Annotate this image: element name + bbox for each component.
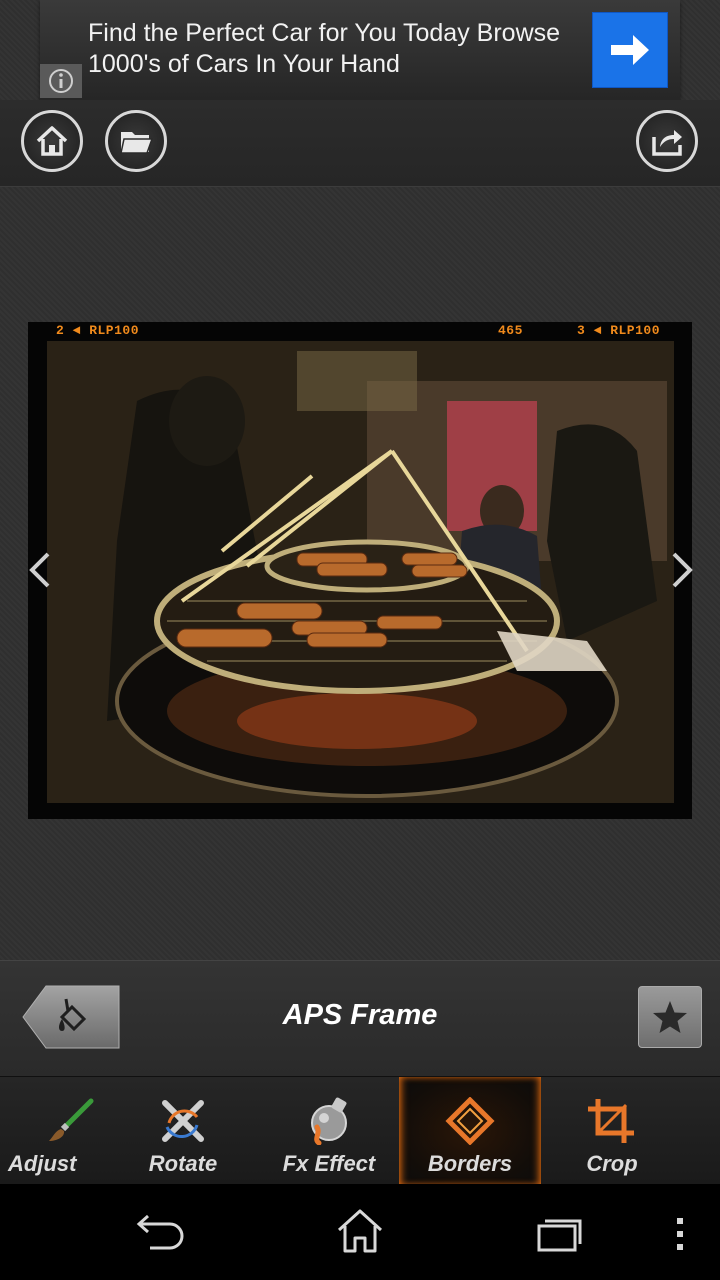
rotate-icon <box>162 1100 204 1142</box>
open-folder-button[interactable] <box>105 110 167 172</box>
top-toolbar <box>0 100 720 187</box>
film-code-right: 3 ◄ RLP100 <box>577 323 661 338</box>
ad-banner[interactable]: Find the Perfect Car for You Today Brows… <box>40 0 680 100</box>
tab-fx-effect[interactable]: Fx Effect <box>258 1077 400 1185</box>
back-to-categories-button[interactable] <box>22 985 120 1049</box>
diamond-frame-icon <box>445 1097 495 1145</box>
recents-icon[interactable] <box>535 1214 585 1254</box>
fx-potion-icon <box>311 1097 347 1145</box>
photo-preview[interactable] <box>47 341 674 803</box>
photo-frame: 2 ◄ RLP100 465 3 ◄ RLP100 <box>28 322 692 819</box>
tool-tabbar: Adjust Rotate Fx Effect Borders Crop <box>0 1076 720 1185</box>
crop-icon <box>588 1099 634 1143</box>
next-photo-chevron-icon[interactable] <box>668 550 698 590</box>
share-button[interactable] <box>636 110 698 172</box>
frame-name-title: APS Frame <box>282 999 438 1031</box>
tab-fx-effect-label: Fx Effect <box>282 1151 376 1176</box>
tab-rotate[interactable]: Rotate <box>112 1077 254 1185</box>
tab-borders[interactable]: Borders <box>399 1077 541 1185</box>
frame-options-panel: APS Frame <box>0 960 720 1077</box>
overflow-menu-icon[interactable] <box>672 1214 688 1254</box>
star-icon <box>653 1001 687 1033</box>
tab-crop-label: Crop <box>586 1151 638 1176</box>
favorite-button[interactable] <box>638 986 702 1048</box>
back-icon[interactable] <box>136 1212 186 1252</box>
folder-icon <box>120 132 154 154</box>
film-code-center: 465 <box>498 323 523 338</box>
share-icon <box>652 130 682 156</box>
tab-borders-label: Borders <box>427 1151 513 1176</box>
ad-text[interactable]: Find the Perfect Car for You Today Brows… <box>88 18 588 80</box>
tab-crop[interactable]: Crop <box>541 1077 683 1185</box>
info-icon[interactable] <box>40 64 82 98</box>
home-outline-icon[interactable] <box>335 1208 385 1254</box>
ad-cta-button[interactable] <box>592 12 668 88</box>
home-button[interactable] <box>21 110 83 172</box>
previous-photo-chevron-icon[interactable] <box>24 550 54 590</box>
brush-icon <box>49 1098 94 1141</box>
tab-rotate-label: Rotate <box>148 1151 218 1176</box>
home-icon <box>36 126 68 156</box>
arrow-right-icon <box>611 35 649 65</box>
system-navigation-bar <box>0 1184 720 1280</box>
film-code-left: 2 ◄ RLP100 <box>56 323 140 338</box>
